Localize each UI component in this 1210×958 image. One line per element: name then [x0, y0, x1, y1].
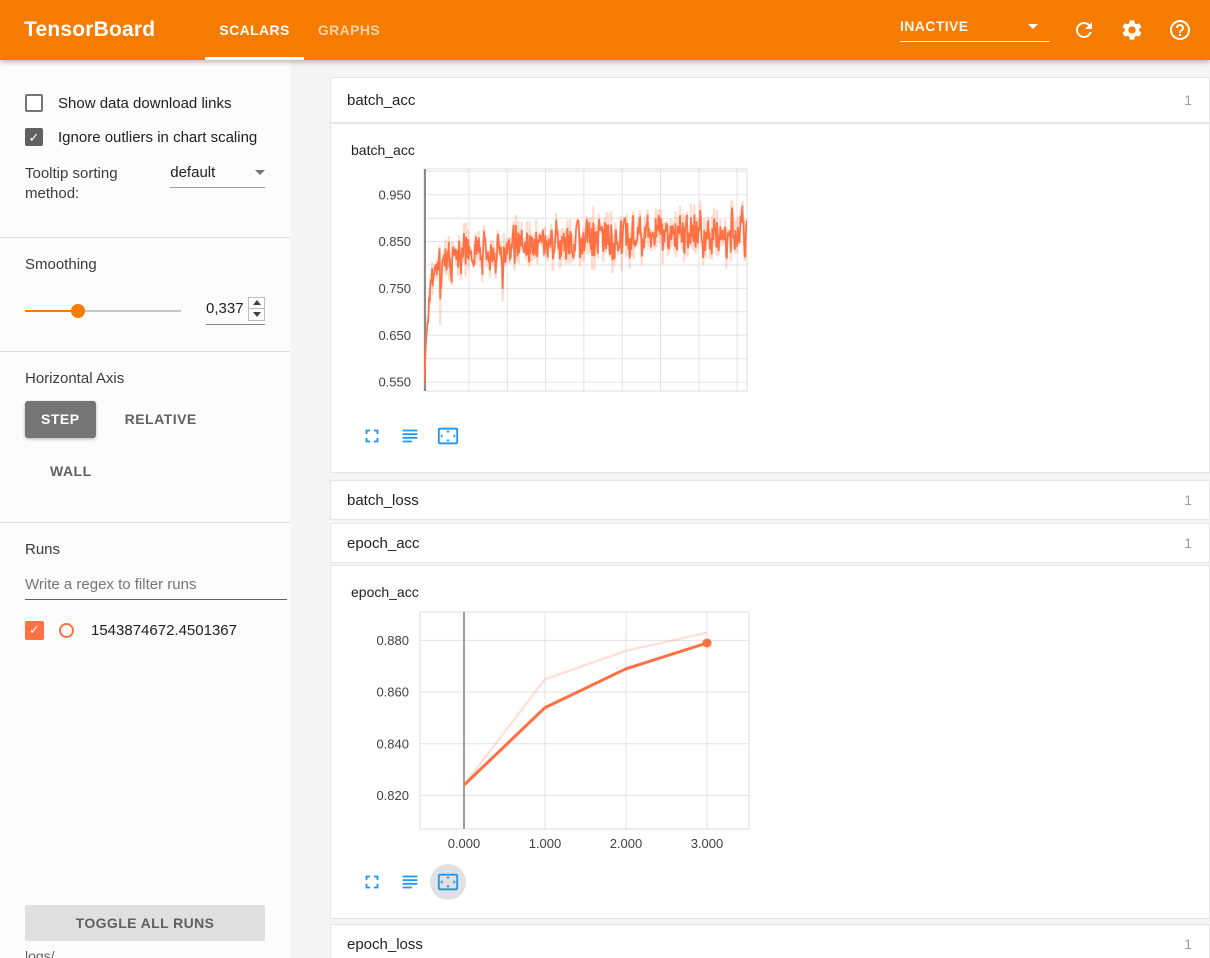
tooltip-sorting-value: default [170, 164, 215, 181]
toggle-all-runs-button[interactable]: TOGGLE ALL RUNS [25, 905, 265, 941]
section-title: epoch_loss [347, 936, 423, 953]
show-download-links-checkbox[interactable] [25, 94, 43, 112]
svg-text:0.650: 0.650 [378, 328, 411, 343]
fit-domain-icon[interactable] [437, 871, 459, 893]
chart-actions [351, 418, 1189, 454]
horizontal-axis-section: Horizontal Axis STEP RELATIVE WALL [0, 352, 290, 523]
stepper-up-icon[interactable] [249, 298, 264, 309]
chevron-down-icon [255, 170, 265, 175]
run-label: 1543874672.4501367 [91, 622, 237, 639]
batch-acc-chart[interactable]: 0.550 0.650 0.750 0.850 0.950 [351, 164, 781, 404]
svg-text:0.000: 0.000 [448, 836, 481, 851]
svg-text:1.000: 1.000 [529, 836, 562, 851]
status-dropdown[interactable]: INACTIVE [900, 18, 1050, 42]
svg-text:3.000: 3.000 [691, 836, 724, 851]
ignore-outliers-row[interactable]: Ignore outliers in chart scaling [25, 128, 265, 146]
runs-label: Runs [25, 541, 265, 558]
horizontal-axis-label: Horizontal Axis [25, 370, 265, 387]
section-title: batch_loss [347, 492, 419, 509]
sidebar: Show data download links Ignore outliers… [0, 60, 290, 958]
header-actions: INACTIVE [900, 18, 1210, 42]
smoothing-section: Smoothing [0, 238, 290, 352]
show-download-links-label: Show data download links [58, 95, 231, 112]
section-bar-batch-loss[interactable]: batch_loss 1 [330, 480, 1210, 520]
ignore-outliers-label: Ignore outliers in chart scaling [58, 129, 257, 146]
fit-domain-icon-active-bg [430, 864, 466, 900]
chevron-down-icon [1028, 24, 1038, 29]
refresh-icon[interactable] [1072, 18, 1096, 42]
smoothing-slider-fill [25, 310, 78, 312]
chart-title-batch-acc: batch_acc [351, 142, 1189, 158]
runs-section: Runs 1543874672.4501367 [0, 523, 290, 640]
toggle-runs-list-icon[interactable] [399, 425, 421, 447]
chart-actions [351, 864, 1189, 900]
svg-text:0.850: 0.850 [378, 234, 411, 249]
fit-domain-icon[interactable] [437, 425, 459, 447]
run-color-circle-icon[interactable] [59, 623, 74, 638]
tab-scalars[interactable]: SCALARS [205, 0, 303, 60]
section-count-badge: 1 [1184, 92, 1192, 108]
section-title: epoch_acc [347, 535, 420, 552]
status-dropdown-value: INACTIVE [900, 18, 969, 34]
section-bar-batch-acc[interactable]: batch_acc 1 [330, 77, 1210, 123]
general-settings-section: Show data download links Ignore outliers… [0, 60, 290, 238]
svg-text:0.950: 0.950 [378, 187, 411, 202]
runs-group-label: logs/ [25, 948, 55, 958]
tab-graphs[interactable]: GRAPHS [304, 0, 394, 60]
svg-text:2.000: 2.000 [610, 836, 643, 851]
tab-graphs-label: GRAPHS [318, 22, 380, 38]
smoothing-value-box [206, 297, 265, 325]
svg-text:0.880: 0.880 [376, 633, 409, 648]
runs-filter-input[interactable] [25, 572, 287, 600]
app-title: TensorBoard [24, 18, 155, 42]
section-bar-epoch-loss[interactable]: epoch_loss 1 [330, 924, 1210, 958]
svg-text:0.750: 0.750 [378, 281, 411, 296]
smoothing-value-input[interactable] [206, 300, 248, 317]
axis-wall-button[interactable]: WALL [50, 453, 92, 490]
epoch-acc-chart[interactable]: 0.820 0.840 0.860 0.880 0.000 1.000 2.000 3.000 [351, 606, 781, 858]
epoch-acc-card: epoch_acc 0.820 0.840 0.860 0.880 0.000 1.000… [330, 565, 1210, 919]
section-count-badge: 1 [1184, 492, 1192, 508]
section-bar-epoch-acc[interactable]: epoch_acc 1 [330, 523, 1210, 563]
svg-text:0.820: 0.820 [376, 788, 409, 803]
smoothing-slider-thumb[interactable] [71, 304, 85, 318]
section-count-badge: 1 [1184, 936, 1192, 952]
help-icon[interactable] [1168, 18, 1192, 42]
run-row[interactable]: 1543874672.4501367 [25, 621, 265, 640]
svg-text:0.860: 0.860 [376, 685, 409, 700]
tab-scalars-label: SCALARS [219, 22, 289, 38]
axis-step-button[interactable]: STEP [25, 401, 96, 438]
chart-title-epoch-acc: epoch_acc [351, 584, 1189, 600]
show-download-links-row[interactable]: Show data download links [25, 94, 265, 112]
ignore-outliers-checkbox[interactable] [25, 128, 43, 146]
fullscreen-icon[interactable] [361, 871, 383, 893]
smoothing-label: Smoothing [25, 256, 265, 273]
stepper-down-icon[interactable] [249, 309, 264, 320]
svg-text:0.550: 0.550 [378, 375, 411, 390]
tooltip-sorting-label: Tooltip sorting method: [25, 164, 132, 205]
main-content: batch_acc 1 batch_acc 0.550 0.650 0.750 0.8… [290, 60, 1210, 958]
app-header: TensorBoard SCALARS GRAPHS INACTIVE [0, 0, 1210, 60]
tooltip-sorting-dropdown[interactable]: default [170, 164, 265, 188]
axis-relative-button[interactable]: RELATIVE [109, 401, 213, 438]
batch-acc-card: batch_acc 0.550 0.650 0.750 0.850 0.950 [330, 123, 1210, 473]
svg-text:0.840: 0.840 [376, 736, 409, 751]
smoothing-slider[interactable] [25, 304, 181, 318]
settings-icon[interactable] [1120, 18, 1144, 42]
toggle-runs-list-icon[interactable] [399, 871, 421, 893]
tab-bar: SCALARS GRAPHS [205, 0, 394, 60]
run-checkbox[interactable] [25, 621, 44, 640]
section-title: batch_acc [347, 92, 415, 109]
fullscreen-icon[interactable] [361, 425, 383, 447]
smoothing-stepper[interactable] [248, 297, 265, 321]
section-count-badge: 1 [1184, 535, 1192, 551]
